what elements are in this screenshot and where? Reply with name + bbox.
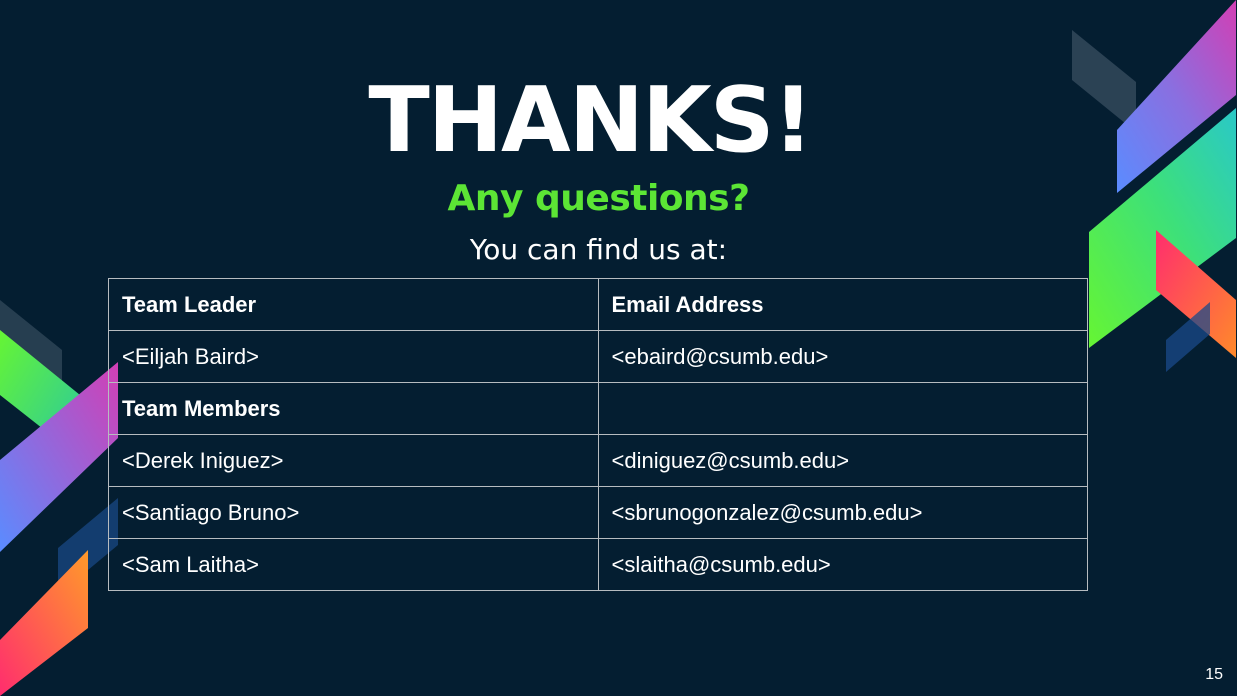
table-row: <Sam Laitha> <slaitha@csumb.edu> [108,538,1088,591]
email-cell: <diniguez@csumb.edu> [597,434,1088,487]
table-row: Team Members [108,382,1088,435]
table-row: <Santiago Bruno> <sbrunogonzalez@csumb.e… [108,486,1088,539]
table-row: Team Leader Email Address [108,278,1088,331]
name-cell: <Eiljah Baird> [108,330,599,383]
table-row: <Eiljah Baird> <ebaird@csumb.edu> [108,330,1088,383]
contacts-table: Team Leader Email Address <Eiljah Baird>… [108,278,1088,591]
name-cell: <Santiago Bruno> [108,486,599,539]
email-cell: <slaitha@csumb.edu> [597,538,1088,591]
slide-title: THANKS! [368,68,813,173]
page-number: 15 [1205,666,1223,683]
email-cell: <ebaird@csumb.edu> [597,330,1088,383]
slide-subtitle: Any questions? [447,178,750,219]
name-cell: Team Members [108,382,599,435]
name-cell: Team Leader [108,278,599,331]
contact-intro: You can find us at: [469,233,728,266]
name-cell: <Derek Iniguez> [108,434,599,487]
name-cell: <Sam Laitha> [108,538,599,591]
email-cell [597,382,1088,435]
table-row: <Derek Iniguez> <diniguez@csumb.edu> [108,434,1088,487]
email-cell: <sbrunogonzalez@csumb.edu> [597,486,1088,539]
email-cell: Email Address [597,278,1088,331]
